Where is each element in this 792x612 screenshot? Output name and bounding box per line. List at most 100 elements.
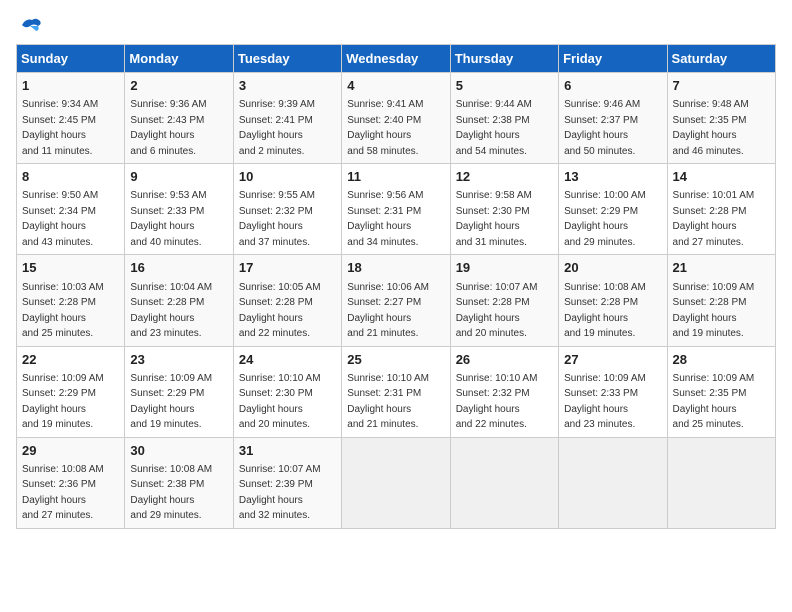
calendar-cell: 10 Sunrise: 9:55 AMSunset: 2:32 PMDayligh… [233,164,341,255]
calendar-cell: 1Sunrise: 9:34 AMSunset: 2:45 PMDaylight… [17,73,125,164]
day-info: Sunrise: 9:41 AMSunset: 2:40 PMDaylight … [347,99,423,157]
calendar-week-row: 1Sunrise: 9:34 AMSunset: 2:45 PMDaylight… [17,73,776,164]
day-info: Sunrise: 10:08 AMSunset: 2:38 PMDaylight… [130,464,212,522]
day-number: 29 [22,442,119,460]
calendar-cell: 9Sunrise: 9:53 AMSunset: 2:33 PMDaylight… [125,164,233,255]
day-number: 6 [564,77,661,95]
calendar-week-row: 8 Sunrise: 9:50 AMSunset: 2:34 PMDaylight… [17,164,776,255]
day-number: 3 [239,77,336,95]
day-number: 27 [564,351,661,369]
calendar-cell: 26Sunrise: 10:10 AMSunset: 2:32 PMDaylig… [450,346,558,437]
logo-bird-icon [20,16,42,34]
calendar-cell: 29Sunrise: 10:08 AMSunset: 2:36 PMDaylig… [17,437,125,528]
day-info: Sunrise: 10:09 AMSunset: 2:35 PMDaylight… [673,373,755,431]
day-info: Sunrise: 10:01 AMSunset: 2:28 PMDaylight… [673,190,755,248]
day-info: Sunrise: 9:50 AMSunset: 2:34 PMDaylight … [22,190,98,248]
day-number: 21 [673,259,770,277]
day-info: Sunrise: 9:48 AMSunset: 2:35 PMDaylight … [673,99,749,157]
day-info: Sunrise: 10:00 AMSunset: 2:29 PMDaylight… [564,190,646,248]
day-number: 19 [456,259,553,277]
calendar-cell: 8 Sunrise: 9:50 AMSunset: 2:34 PMDaylight… [17,164,125,255]
day-number: 20 [564,259,661,277]
day-info: Sunrise: 10:03 AMSunset: 2:28 PMDaylight… [22,282,104,340]
calendar-cell: 2 Sunrise: 9:36 AMSunset: 2:43 PMDaylight… [125,73,233,164]
day-info: Sunrise: 10:05 AMSunset: 2:28 PMDaylight… [239,282,321,340]
page-header [16,16,776,34]
calendar-cell [667,437,775,528]
calendar-cell: 12Sunrise: 9:58 AMSunset: 2:30 PMDayligh… [450,164,558,255]
day-info: Sunrise: 10:10 AMSunset: 2:32 PMDaylight… [456,373,538,431]
day-number: 11 [347,168,444,186]
day-info: Sunrise: 10:09 AMSunset: 2:29 PMDaylight… [22,373,104,431]
day-of-week-header: Wednesday [342,45,450,73]
calendar-header: SundayMondayTuesdayWednesdayThursdayFrid… [17,45,776,73]
calendar-week-row: 22 Sunrise: 10:09 AMSunset: 2:29 PMDaylig… [17,346,776,437]
day-number: 22 [22,351,119,369]
day-of-week-header: Saturday [667,45,775,73]
day-info: Sunrise: 9:39 AMSunset: 2:41 PMDaylight … [239,99,315,157]
calendar-cell: 19 Sunrise: 10:07 AMSunset: 2:28 PMDaylig… [450,255,558,346]
calendar-cell: 13 Sunrise: 10:00 AMSunset: 2:29 PMDaylig… [559,164,667,255]
day-number: 2 [130,77,227,95]
calendar-cell: 15 Sunrise: 10:03 AMSunset: 2:28 PMDaylig… [17,255,125,346]
day-info: Sunrise: 10:10 AMSunset: 2:31 PMDaylight… [347,373,429,431]
calendar-cell: 5 Sunrise: 9:44 AMSunset: 2:38 PMDaylight… [450,73,558,164]
calendar-cell: 18 Sunrise: 10:06 AMSunset: 2:27 PMDaylig… [342,255,450,346]
day-number: 8 [22,168,119,186]
day-number: 28 [673,351,770,369]
calendar-cell: 23Sunrise: 10:09 AMSunset: 2:29 PMDaylig… [125,346,233,437]
day-info: Sunrise: 10:07 AMSunset: 2:39 PMDaylight… [239,464,321,522]
calendar-cell [559,437,667,528]
day-info: Sunrise: 10:07 AMSunset: 2:28 PMDaylight… [456,282,538,340]
day-info: Sunrise: 9:53 AMSunset: 2:33 PMDaylight … [130,190,206,248]
day-info: Sunrise: 9:34 AMSunset: 2:45 PMDaylight … [22,99,98,157]
calendar-cell: 14Sunrise: 10:01 AMSunset: 2:28 PMDaylig… [667,164,775,255]
calendar-cell: 4 Sunrise: 9:41 AMSunset: 2:40 PMDaylight… [342,73,450,164]
calendar-week-row: 15 Sunrise: 10:03 AMSunset: 2:28 PMDaylig… [17,255,776,346]
calendar-cell: 20 Sunrise: 10:08 AMSunset: 2:28 PMDaylig… [559,255,667,346]
day-number: 7 [673,77,770,95]
calendar-cell [342,437,450,528]
calendar-cell: 7 Sunrise: 9:48 AMSunset: 2:35 PMDaylight… [667,73,775,164]
calendar-cell: 16Sunrise: 10:04 AMSunset: 2:28 PMDaylig… [125,255,233,346]
calendar-cell: 11 Sunrise: 9:56 AMSunset: 2:31 PMDayligh… [342,164,450,255]
day-number: 13 [564,168,661,186]
day-number: 10 [239,168,336,186]
calendar-cell: 21 Sunrise: 10:09 AMSunset: 2:28 PMDaylig… [667,255,775,346]
calendar-cell: 3 Sunrise: 9:39 AMSunset: 2:41 PMDaylight… [233,73,341,164]
logo [16,16,44,34]
day-info: Sunrise: 9:58 AMSunset: 2:30 PMDaylight … [456,190,532,248]
day-info: Sunrise: 9:56 AMSunset: 2:31 PMDaylight … [347,190,423,248]
calendar-table: SundayMondayTuesdayWednesdayThursdayFrid… [16,44,776,529]
day-info: Sunrise: 9:44 AMSunset: 2:38 PMDaylight … [456,99,532,157]
calendar-cell: 25 Sunrise: 10:10 AMSunset: 2:31 PMDaylig… [342,346,450,437]
day-number: 5 [456,77,553,95]
day-number: 30 [130,442,227,460]
calendar-cell: 31 Sunrise: 10:07 AMSunset: 2:39 PMDaylig… [233,437,341,528]
calendar-body: 1Sunrise: 9:34 AMSunset: 2:45 PMDaylight… [17,73,776,529]
day-header-row: SundayMondayTuesdayWednesdayThursdayFrid… [17,45,776,73]
day-of-week-header: Thursday [450,45,558,73]
day-of-week-header: Friday [559,45,667,73]
day-number: 25 [347,351,444,369]
calendar-week-row: 29Sunrise: 10:08 AMSunset: 2:36 PMDaylig… [17,437,776,528]
day-number: 15 [22,259,119,277]
day-info: Sunrise: 10:06 AMSunset: 2:27 PMDaylight… [347,282,429,340]
calendar-cell: 27 Sunrise: 10:09 AMSunset: 2:33 PMDaylig… [559,346,667,437]
calendar-cell: 17 Sunrise: 10:05 AMSunset: 2:28 PMDaylig… [233,255,341,346]
day-number: 31 [239,442,336,460]
day-number: 18 [347,259,444,277]
day-info: Sunrise: 10:09 AMSunset: 2:28 PMDaylight… [673,282,755,340]
day-info: Sunrise: 9:36 AMSunset: 2:43 PMDaylight … [130,99,206,157]
day-info: Sunrise: 10:09 AMSunset: 2:29 PMDaylight… [130,373,212,431]
day-number: 4 [347,77,444,95]
day-info: Sunrise: 9:55 AMSunset: 2:32 PMDaylight … [239,190,315,248]
day-info: Sunrise: 10:10 AMSunset: 2:30 PMDaylight… [239,373,321,431]
calendar-cell [450,437,558,528]
day-number: 17 [239,259,336,277]
day-of-week-header: Tuesday [233,45,341,73]
day-info: Sunrise: 10:08 AMSunset: 2:28 PMDaylight… [564,282,646,340]
day-of-week-header: Sunday [17,45,125,73]
day-info: Sunrise: 10:09 AMSunset: 2:33 PMDaylight… [564,373,646,431]
calendar-cell: 28 Sunrise: 10:09 AMSunset: 2:35 PMDaylig… [667,346,775,437]
